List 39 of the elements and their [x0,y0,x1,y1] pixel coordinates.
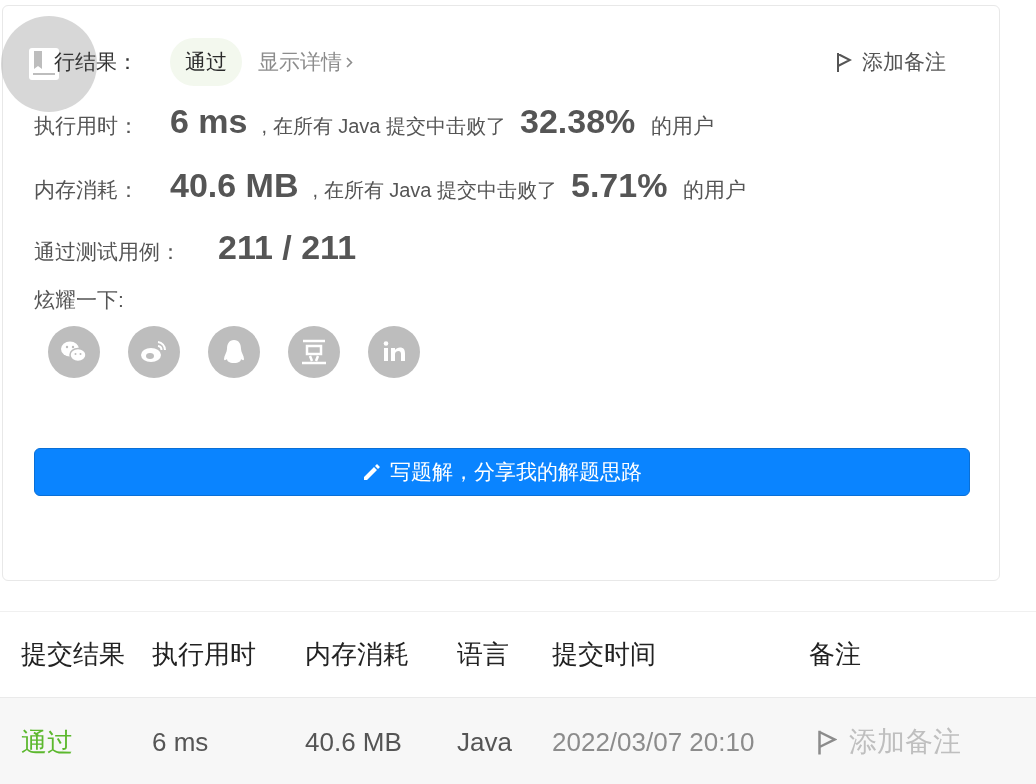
details-link[interactable]: 显示详情 [258,46,342,78]
flag-icon [817,729,837,755]
stat-percent: 32.38% [520,101,636,142]
share-button[interactable] [128,325,180,378]
stat-text: , 在所有 Java 提交中击败了 [312,178,557,203]
share-button[interactable] [368,325,420,378]
status-badge: 通过 [170,38,242,86]
stat-value: 40.6 MB [170,165,299,206]
stat-suffix: 的用户 [651,113,715,139]
stat-label: 执行用时： [34,113,140,139]
stat-text: , 在所有 Java 提交中击败了 [261,114,506,139]
write-solution-button[interactable]: 写题解，分享我的解题思路 [34,447,970,496]
stat-value: 6 ms [170,101,248,142]
result-label: 行结果： [54,49,138,76]
column-header: 执行用时 [152,638,257,671]
chevron-right-icon [346,56,353,68]
stat-percent: 5.71% [571,165,668,206]
language-cell-text: Java [457,725,513,759]
column-header: 提交时间 [552,638,657,671]
share-button[interactable] [48,325,100,378]
add-note-button[interactable]: 添加备注 [836,46,946,78]
share-button[interactable] [208,325,260,378]
flag-icon [836,52,852,72]
column-header: 语言 [457,638,510,671]
stat-suffix: 的用户 [683,177,747,203]
share-label: 炫耀一下: [34,287,125,313]
share-button[interactable] [288,325,340,378]
column-header: 内存消耗 [305,638,410,671]
column-header: 备注 [809,638,862,671]
status-cell-text: 通过 [20,725,74,759]
memory-cell-text: 40.6 MB [305,725,403,759]
stat-label: 内存消耗： [34,177,140,203]
tests-label: 通过测试用例： [34,239,182,265]
pencil-icon [362,461,382,482]
submitted-cell-text: 2022/03/07 20:10 [552,725,756,759]
submission-row[interactable]: 通过 6 ms 40.6 MB Java 2022/03/07 20:10 添加备注 [0,698,1036,784]
time-cell-text: 6 ms [152,725,210,759]
tests-value: 211 / 211 [218,227,357,268]
column-header: 提交结果 [20,638,126,671]
